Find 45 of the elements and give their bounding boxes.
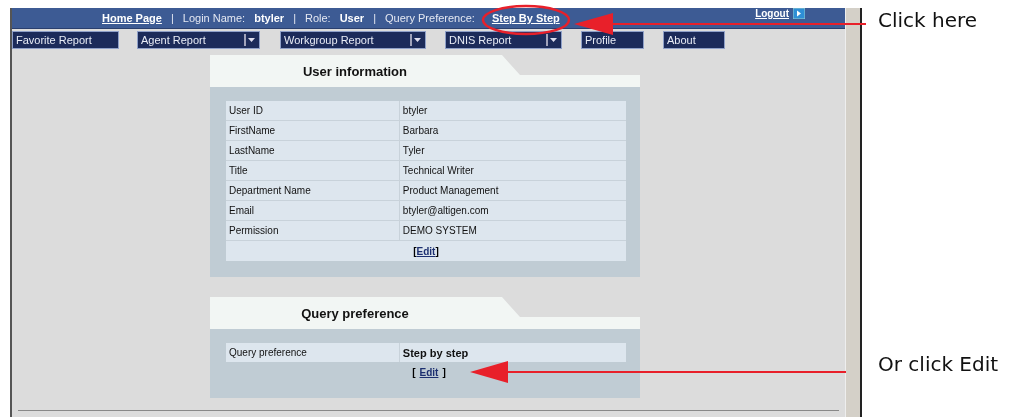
menu-button[interactable]: Favorite Report	[12, 31, 119, 49]
menu-button[interactable]: DNIS Report	[445, 31, 562, 49]
menu-button[interactable]: About	[663, 31, 725, 49]
logout-link[interactable]: Logout	[755, 8, 805, 19]
table-cell: Permission	[226, 221, 399, 240]
field-value: User	[339, 12, 365, 24]
caret-icon	[546, 34, 558, 46]
table-cell: Step by step	[399, 343, 626, 362]
preference-link[interactable]: Step By Step	[491, 12, 560, 24]
bracket: ]	[442, 366, 446, 378]
table-cell: Title	[226, 161, 399, 180]
table-cell: btyler@altigen.com	[399, 201, 626, 220]
callout-text: Click here	[878, 8, 979, 32]
separator: |	[293, 12, 296, 24]
table-cell: Product Management	[399, 181, 626, 200]
home-link[interactable]: Home Page	[102, 12, 162, 24]
table-cell: Email	[226, 201, 399, 220]
table-cell: Barbara	[399, 121, 626, 140]
callout-text: Or click Edit	[878, 352, 1000, 376]
bracket: [	[412, 366, 416, 378]
field-value: btyler	[254, 12, 285, 24]
edit-link[interactable]: Edit	[419, 366, 439, 378]
menu-button[interactable]: Profile	[581, 31, 644, 49]
table-cell: Department Name	[226, 181, 399, 200]
field-label: Query Preference:	[385, 12, 475, 24]
table-cell: DEMO SYSTEM	[399, 221, 626, 240]
field-label: Login Name:	[182, 12, 246, 24]
bracket: [	[413, 245, 417, 257]
table-cell: Query preference	[226, 343, 399, 362]
bracket: ]	[435, 245, 439, 257]
caret-icon	[244, 34, 256, 46]
table-cell: Tyler	[399, 141, 626, 160]
caret-icon	[410, 34, 422, 46]
separator: |	[373, 12, 376, 24]
arrow-icon	[793, 8, 805, 19]
table-cell: LastName	[226, 141, 399, 160]
edit-link[interactable]: Edit	[416, 245, 436, 257]
table-cell: User ID	[226, 101, 399, 120]
menu-button[interactable]: Workgroup Report	[280, 31, 426, 49]
table-cell: FirstName	[226, 121, 399, 140]
field-label: Role:	[305, 12, 331, 24]
menu-button[interactable]: Agent Report	[137, 31, 260, 49]
separator: |	[170, 12, 174, 24]
table-cell: btyler	[399, 101, 626, 120]
table-cell: Technical Writer	[399, 161, 626, 180]
